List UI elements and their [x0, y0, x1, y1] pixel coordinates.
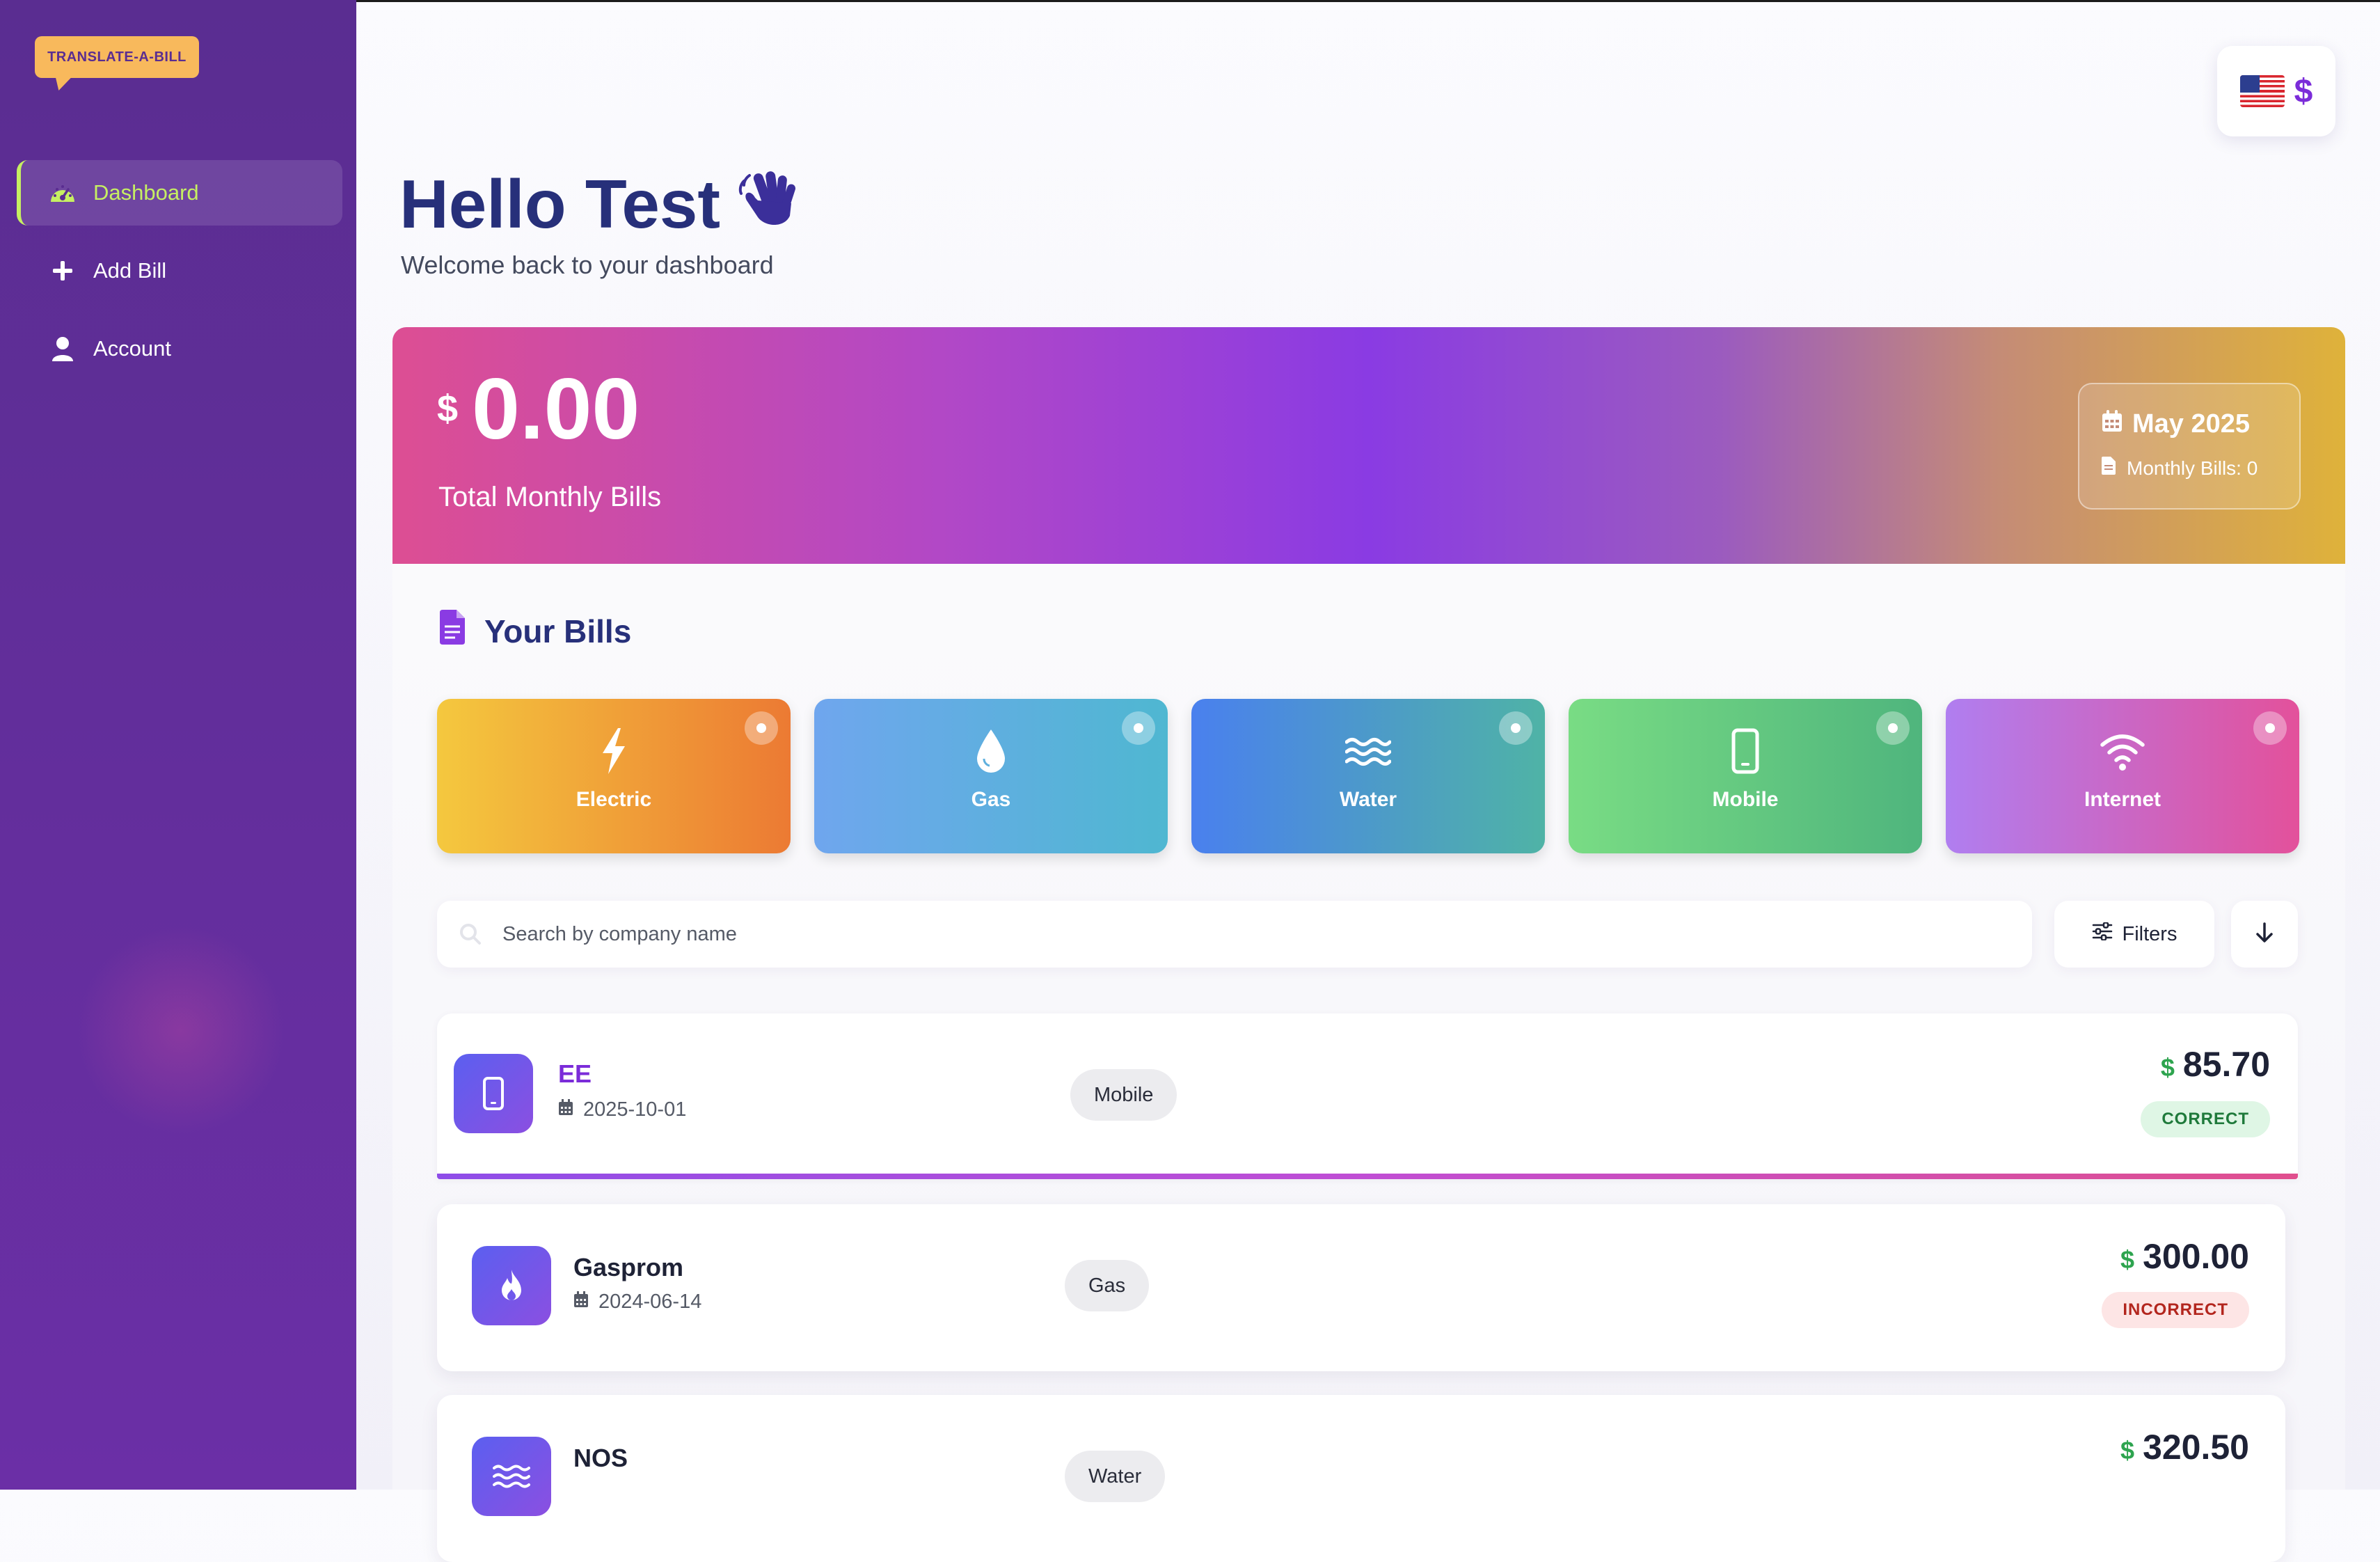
bill-amount: $ 85.70: [2161, 1044, 2270, 1084]
bill-type-pill: Mobile: [1070, 1069, 1177, 1121]
app-logo[interactable]: TRANSLATE-A-BILL: [35, 36, 199, 78]
row-accent-bar: [437, 1174, 2298, 1179]
category-label: Mobile: [1712, 788, 1779, 811]
bill-date-text: 2024-06-14: [598, 1291, 702, 1313]
logo-text: TRANSLATE-A-BILL: [47, 49, 187, 65]
bills-panel: Your Bills Electric Gas Water Mobile Int…: [392, 564, 2345, 1562]
monthly-bills-count: Monthly Bills: 0: [2102, 457, 2258, 480]
category-toggle-dot[interactable]: [1499, 711, 1532, 745]
period-box: May 2025 Monthly Bills: 0: [2078, 383, 2301, 510]
sidebar-item-label: Add Bill: [93, 258, 167, 283]
bolt-icon: [437, 728, 791, 774]
bill-currency: $: [2120, 1245, 2135, 1274]
category-toggle-dot[interactable]: [1876, 711, 1910, 745]
bill-amount: $ 320.50: [2120, 1427, 2249, 1467]
plus-icon: [49, 257, 77, 285]
total-amount: $ 0.00: [437, 366, 640, 452]
bill-document-icon: [438, 610, 466, 652]
category-toggle-dot[interactable]: [1122, 711, 1155, 745]
bill-company: NOS: [573, 1444, 628, 1472]
category-label: Water: [1339, 788, 1397, 811]
search-icon: [458, 922, 483, 947]
sidebar-item-dashboard[interactable]: Dashboard: [17, 160, 342, 226]
search-bar[interactable]: [437, 901, 2032, 968]
bill-currency: $: [2120, 1436, 2135, 1465]
category-water[interactable]: Water: [1191, 699, 1545, 853]
page-subtitle: Welcome back to your dashboard: [401, 251, 774, 279]
bill-row[interactable]: Gasprom 2024-06-14 Gas $ 300.00 INCORREC…: [437, 1204, 2285, 1371]
sidebar-item-account[interactable]: Account: [17, 316, 338, 381]
total-label: Total Monthly Bills: [438, 482, 662, 512]
category-mobile[interactable]: Mobile: [1569, 699, 1922, 853]
page-title: Hello Test: [399, 161, 804, 247]
total-summary-card: $ 0.00 Total Monthly Bills May 2025 Mont…: [392, 327, 2345, 564]
filters-label: Filters: [2122, 922, 2177, 945]
bill-date: 2025-10-01: [558, 1098, 686, 1121]
month-text: May 2025: [2132, 409, 2251, 439]
sidebar-item-label: Dashboard: [93, 180, 199, 205]
sidebar-item-label: Account: [93, 336, 172, 361]
filters-button[interactable]: Filters: [2054, 901, 2214, 968]
drop-icon: [814, 728, 1168, 774]
water-icon: [472, 1437, 551, 1516]
bills-heading: Your Bills: [438, 610, 631, 652]
category-toggle-dot[interactable]: [745, 711, 778, 745]
phone-icon: [1569, 728, 1922, 774]
sliders-icon: [2092, 922, 2113, 946]
bill-amount-value: 85.70: [2182, 1045, 2270, 1084]
status-badge: INCORRECT: [2102, 1292, 2249, 1328]
logo-tail: [50, 77, 72, 90]
bill-amount: $ 300.00: [2120, 1236, 2249, 1277]
gauge-icon: [49, 179, 77, 207]
calendar-icon: [573, 1291, 589, 1314]
monthly-bills-text: Monthly Bills: 0: [2127, 457, 2258, 479]
category-gas[interactable]: Gas: [814, 699, 1168, 853]
category-electric[interactable]: Electric: [437, 699, 791, 853]
bill-currency: $: [2160, 1053, 2175, 1082]
calendar-icon: [2102, 409, 2123, 439]
category-label: Internet: [2084, 788, 2161, 811]
sidebar-item-add-bill[interactable]: Add Bill: [17, 238, 338, 303]
phone-icon: [454, 1054, 533, 1133]
water-icon: [1191, 728, 1545, 774]
bills-title: Your Bills: [484, 613, 632, 649]
category-internet[interactable]: Internet: [1946, 699, 2299, 853]
bill-row[interactable]: EE 2025-10-01 Mobile $ 85.70 CORRECT: [437, 1013, 2298, 1179]
calendar-icon: [558, 1098, 573, 1121]
status-badge: CORRECT: [2141, 1101, 2270, 1137]
top-border: [0, 0, 2380, 2]
bill-type-pill: Gas: [1065, 1260, 1150, 1311]
category-label: Electric: [576, 788, 652, 811]
sidebar-glow: [77, 926, 285, 1135]
total-value: 0.00: [472, 361, 640, 457]
greeting-text: Hello Test: [399, 166, 721, 242]
bill-company: EE: [558, 1059, 592, 1088]
bill-amount-value: 300.00: [2143, 1237, 2249, 1276]
total-currency: $: [437, 388, 459, 429]
user-icon: [49, 335, 77, 363]
language-currency-button[interactable]: $: [2217, 46, 2335, 136]
waving-hand-icon: [734, 161, 804, 247]
wifi-icon: [1946, 728, 2299, 774]
bill-amount-value: 320.50: [2143, 1428, 2249, 1467]
currency-symbol: $: [2294, 72, 2313, 110]
arrow-down-icon: [2255, 922, 2274, 947]
bill-date: 2024-06-14: [573, 1291, 701, 1314]
us-flag-icon: [2239, 75, 2285, 107]
bill-type-pill: Water: [1065, 1451, 1166, 1502]
sort-button[interactable]: [2231, 901, 2298, 968]
category-toggle-dot[interactable]: [2253, 711, 2287, 745]
sidebar: TRANSLATE-A-BILL Dashboard Add Bill Acco…: [0, 0, 356, 1490]
bill-date-text: 2025-10-01: [583, 1098, 687, 1121]
bill-company: Gasprom: [573, 1253, 684, 1281]
category-label: Gas: [971, 788, 1011, 811]
bill-row[interactable]: NOS Water $ 320.50: [437, 1395, 2285, 1562]
period-month: May 2025: [2102, 409, 2250, 439]
document-icon: [2102, 457, 2116, 480]
flame-icon: [472, 1246, 551, 1325]
search-input[interactable]: [501, 922, 1965, 947]
